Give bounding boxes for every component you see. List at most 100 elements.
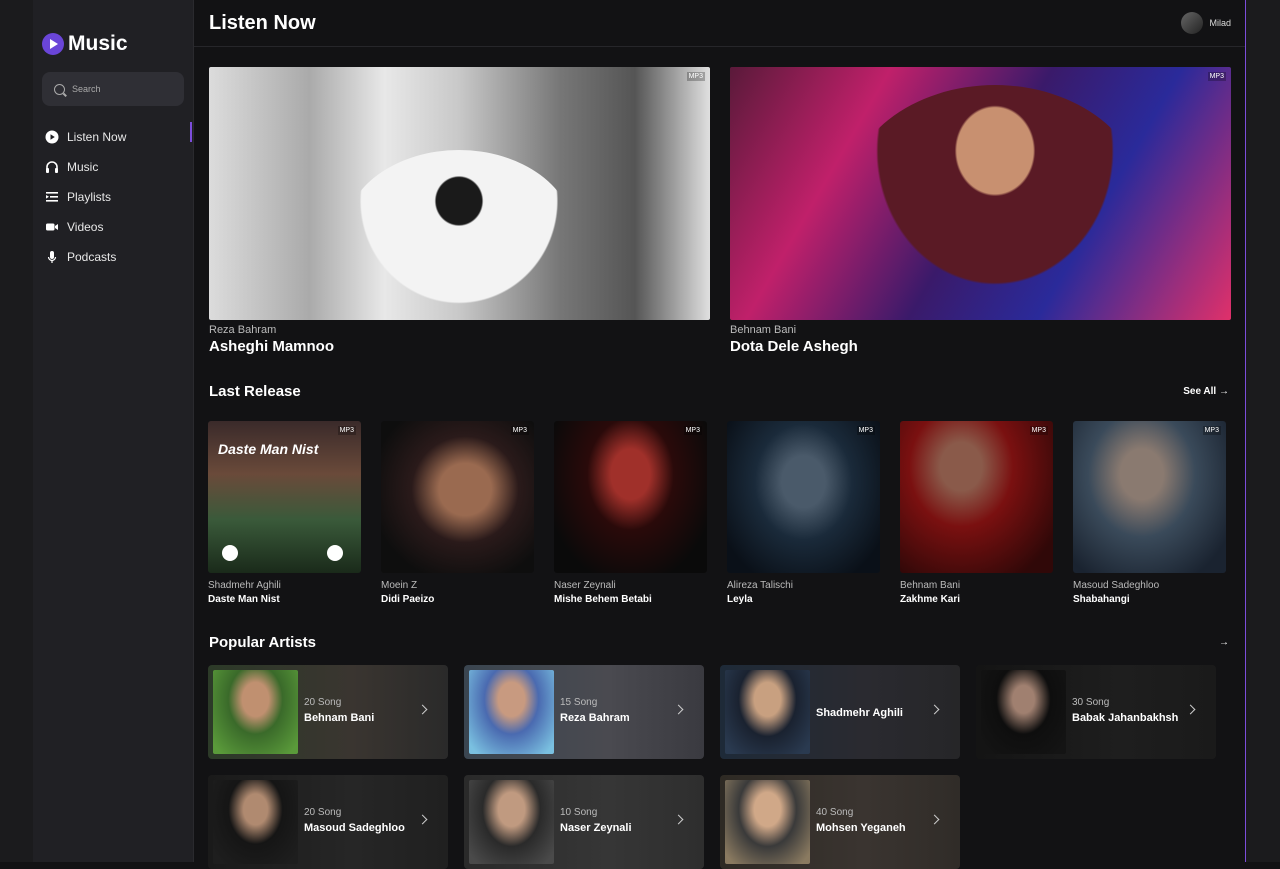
last-release-list: Daste Man Nist MP3 Shadmehr Aghili Daste… — [208, 421, 1226, 605]
main-content: Listen Now Milad MP3 Reza Bahram Asheghi… — [194, 0, 1245, 869]
release-card[interactable]: MP3 Moein Z Didi Paeizo — [381, 421, 534, 605]
release-title[interactable]: Zakhme Kari — [900, 594, 1053, 605]
release-title[interactable]: Leyla — [727, 594, 880, 605]
mp3-badge: MP3 — [337, 426, 356, 435]
featured-meta-2: Behnam Bani Dota Dele Ashegh — [730, 324, 858, 355]
sidebar-item-podcasts[interactable]: Podcasts — [45, 242, 126, 272]
see-all-link[interactable]: See All → — [1183, 386, 1229, 397]
artist-info: 40 Song Mohsen Yeganeh — [816, 807, 906, 834]
active-nav-indicator — [190, 122, 192, 142]
featured-meta-1: Reza Bahram Asheghi Mamnoo — [209, 324, 334, 355]
artist-song-count: 40 Song — [816, 807, 854, 818]
mp3-badge: MP3 — [510, 426, 529, 435]
release-card[interactable]: MP3 Naser Zeynali Mishe Behem Betabi — [554, 421, 707, 605]
user-name: Milad — [1209, 18, 1231, 28]
artist-photo — [469, 780, 554, 864]
chevron-right-icon — [417, 704, 428, 715]
artist-photo — [981, 670, 1066, 754]
sidebar-item-playlists[interactable]: Playlists — [45, 182, 126, 212]
release-title[interactable]: Didi Paeizo — [381, 594, 534, 605]
see-all-label: See All — [1183, 386, 1217, 397]
artist-info: 30 Song Babak Jahanbakhsh — [1072, 697, 1178, 724]
headphones-icon — [46, 161, 58, 173]
mp3-badge: MP3 — [1029, 426, 1048, 435]
artist-name: Masoud Sadeghloo — [304, 822, 405, 834]
artist-card[interactable]: 20 Song Behnam Bani — [208, 665, 448, 759]
featured-title[interactable]: Dota Dele Ashegh — [730, 338, 858, 355]
featured-card-2[interactable]: MP3 — [730, 67, 1231, 320]
popular-artists-more-button[interactable]: → — [1219, 637, 1229, 648]
app-logo[interactable]: Music — [42, 32, 128, 56]
release-card[interactable]: MP3 Alireza Talischi Leyla — [727, 421, 880, 605]
left-gutter — [0, 0, 33, 862]
artist-info: Shadmehr Aghili — [816, 697, 903, 719]
artist-card[interactable]: 15 Song Reza Bahram — [464, 665, 704, 759]
search-box[interactable] — [42, 72, 184, 106]
microphone-icon — [47, 251, 57, 263]
artist-photo — [725, 780, 810, 864]
chevron-right-icon — [1185, 704, 1196, 715]
playlist-icon — [46, 192, 58, 202]
featured-artist-photo — [845, 85, 1145, 320]
search-icon — [54, 83, 65, 95]
release-cover: MP3 — [554, 421, 707, 573]
release-artist: Moein Z — [381, 580, 418, 591]
sidebar-item-videos[interactable]: Videos — [45, 212, 126, 242]
sidebar-item-label: Podcasts — [67, 250, 117, 264]
release-title[interactable]: Mishe Behem Betabi — [554, 594, 707, 605]
artist-photo — [213, 670, 298, 754]
release-card[interactable]: Daste Man Nist MP3 Shadmehr Aghili Daste… — [208, 421, 361, 605]
artist-name: Reza Bahram — [560, 712, 630, 724]
artist-card[interactable]: 40 Song Mohsen Yeganeh — [720, 775, 960, 869]
artist-info: 10 Song Naser Zeynali — [560, 807, 632, 834]
sidebar-item-label: Videos — [67, 220, 104, 234]
featured-title[interactable]: Asheghi Mamnoo — [209, 338, 334, 355]
release-title[interactable]: Shabahangi — [1073, 594, 1226, 605]
artist-name: Mohsen Yeganeh — [816, 822, 906, 834]
video-camera-icon — [46, 223, 58, 231]
artist-card[interactable]: Shadmehr Aghili — [720, 665, 960, 759]
release-cover: MP3 — [1073, 421, 1226, 573]
mp3-badge: MP3 — [686, 72, 705, 81]
featured-artist: Reza Bahram — [209, 324, 277, 336]
arrow-right-icon: → — [1219, 386, 1229, 397]
artist-song-count: 30 Song — [1072, 697, 1110, 708]
release-artist: Behnam Bani — [900, 580, 961, 591]
artist-card[interactable]: 20 Song Masoud Sadeghloo — [208, 775, 448, 869]
artist-info: 20 Song Masoud Sadeghloo — [304, 807, 405, 834]
sidebar-item-label: Music — [67, 160, 99, 174]
sidebar-item-listen-now[interactable]: Listen Now — [45, 122, 126, 152]
featured-card-1[interactable]: MP3 — [209, 67, 710, 320]
release-title[interactable]: Daste Man Nist — [208, 594, 361, 605]
sidebar-nav: Listen Now Music Playlists Videos Podcas… — [45, 122, 126, 272]
release-artist: Shadmehr Aghili — [208, 580, 281, 591]
artist-name: Naser Zeynali — [560, 822, 632, 834]
sidebar-item-label: Playlists — [67, 190, 112, 204]
artist-song-count: 20 Song — [304, 697, 342, 708]
artist-name: Behnam Bani — [304, 712, 375, 724]
release-cover: MP3 — [900, 421, 1053, 573]
artist-card[interactable]: 10 Song Naser Zeynali — [464, 775, 704, 869]
sidebar-item-music[interactable]: Music — [45, 152, 126, 182]
chevron-right-icon — [929, 704, 940, 715]
featured-artist: Behnam Bani — [730, 324, 797, 336]
play-button[interactable] — [222, 545, 238, 561]
chevron-right-icon — [673, 814, 684, 825]
user-menu[interactable]: Milad — [1181, 12, 1231, 34]
artist-card[interactable]: 30 Song Babak Jahanbakhsh — [976, 665, 1216, 759]
app-name: Music — [68, 32, 128, 55]
release-card[interactable]: MP3 Behnam Bani Zakhme Kari — [900, 421, 1053, 605]
artist-name: Shadmehr Aghili — [816, 707, 903, 719]
arrow-right-icon: → — [1219, 637, 1229, 648]
release-cover: MP3 — [727, 421, 880, 573]
artist-song-count: 20 Song — [304, 807, 342, 818]
search-input[interactable] — [72, 84, 172, 94]
sidebar: Music Listen Now Music Playlists Videos — [33, 0, 194, 862]
popular-artists-grid: 20 Song Behnam Bani 15 Song Reza Bahram … — [208, 665, 1216, 869]
cover-text: Daste Man Nist — [218, 441, 319, 457]
artist-photo — [725, 670, 810, 754]
play-circle-icon — [45, 130, 59, 144]
more-options-button[interactable] — [327, 545, 343, 561]
release-card[interactable]: MP3 Masoud Sadeghloo Shabahangi — [1073, 421, 1226, 605]
mp3-badge: MP3 — [1207, 72, 1226, 81]
